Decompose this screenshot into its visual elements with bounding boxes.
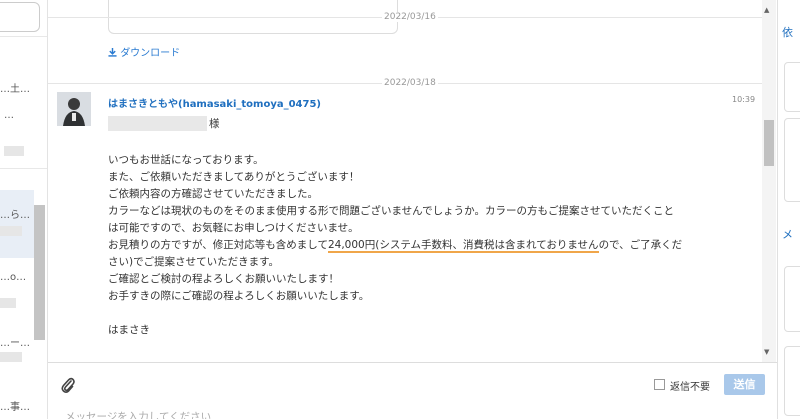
panel-card [784,62,800,112]
date-divider-text: 2022/03/18 [382,78,438,88]
list-item-redacted [0,352,22,362]
scroll-up-icon[interactable]: ▲ [764,6,769,14]
message-line: ご確認とご検討の程よろしくお願いいたします！ [108,273,339,285]
message-line: さい)でご提案させていただきます。 [108,256,280,268]
compose-area: 返信不要 送信 メッセージを入力してください [48,362,777,419]
salutation-suffix: 様 [209,118,220,130]
panel-heading: メ [782,228,793,241]
list-divider [0,168,47,169]
message-line: お見積りの方ですが、修正対応等も含めまして24,000円(システム手数料、消費税… [108,237,726,254]
thread-scrollbar-track[interactable] [762,0,776,362]
message-line: また、ご依頼いただきましてありがとうございます！ [108,171,360,183]
message-line: は可能ですので、お気軽にお申しつけくださいませ。 [108,222,359,234]
send-button[interactable]: 送信 [724,374,765,395]
message-signature: はまさき [108,324,150,336]
conversation-list: …土… … …ら… …o… …ー… …事… [0,0,48,419]
message-text: ので、ご了承くだ [598,239,683,251]
message-line: ご依頼内容の方確認させていただきました。 [108,188,318,200]
panel-card [784,118,800,202]
panel-card [784,266,800,332]
list-item-snippet[interactable]: …土… [0,80,47,95]
message-input[interactable]: メッセージを入力してください [65,409,211,419]
message-line: いつもお世話になっております。 [108,154,264,166]
panel-heading: 依 [782,26,793,39]
scroll-down-icon[interactable]: ▼ [764,348,769,356]
message-text: お見積りの方ですが、修正対応等も含めまして [108,239,328,251]
price-highlight: 24,000円(システム手数料、消費税は含まれておりません [327,239,599,253]
attach-paperclip-icon[interactable] [61,376,75,394]
message-line: お手すきの際にご確認の程よろしくお願いいたします。 [108,290,370,302]
message-line: カラーなどは現状のものをそのまま使用する形で問題ございませんでしょうか。カラーの… [108,205,674,217]
list-item-snippet[interactable]: …事… [0,398,47,413]
no-reply-checkbox[interactable] [654,379,665,390]
date-divider-text: 2022/03/16 [382,12,438,22]
recipient-name-redacted [108,116,207,131]
thread-scrollbar-thumb[interactable] [764,120,774,166]
sender-name-link[interactable]: はまさきともや(hamasaki_tomoya_0475) [108,95,321,110]
message-blank-line [108,305,726,322]
message-thread: ダウンロード 2022/03/16 2022/03/18 はまさきともや(ham… [48,0,777,362]
list-divider [0,36,47,37]
right-info-panel: 依 メ [777,0,800,419]
message-body: いつもお世話になっております。 また、ご依頼いただきましてありがとうございます！… [108,152,726,339]
app-root: …土… … …ら… …o… …ー… …事… ダウンロード 2022/03/16 … [0,0,800,419]
list-item-redacted [0,226,22,236]
list-item-selected[interactable] [0,190,34,258]
no-reply-label: 返信不要 [670,382,710,393]
conversation-search-input[interactable] [0,2,40,32]
message-timestamp: 10:39 [732,95,756,104]
sender-avatar[interactable] [57,92,91,126]
list-item-redacted [4,146,24,156]
list-item-redacted [0,298,16,308]
list-item-snippet[interactable]: … [4,110,47,121]
download-icon [108,48,117,57]
panel-card [784,346,800,416]
conversation-list-scrollbar[interactable] [34,205,45,340]
download-label: ダウンロード [120,48,181,59]
download-link[interactable]: ダウンロード [108,44,180,59]
